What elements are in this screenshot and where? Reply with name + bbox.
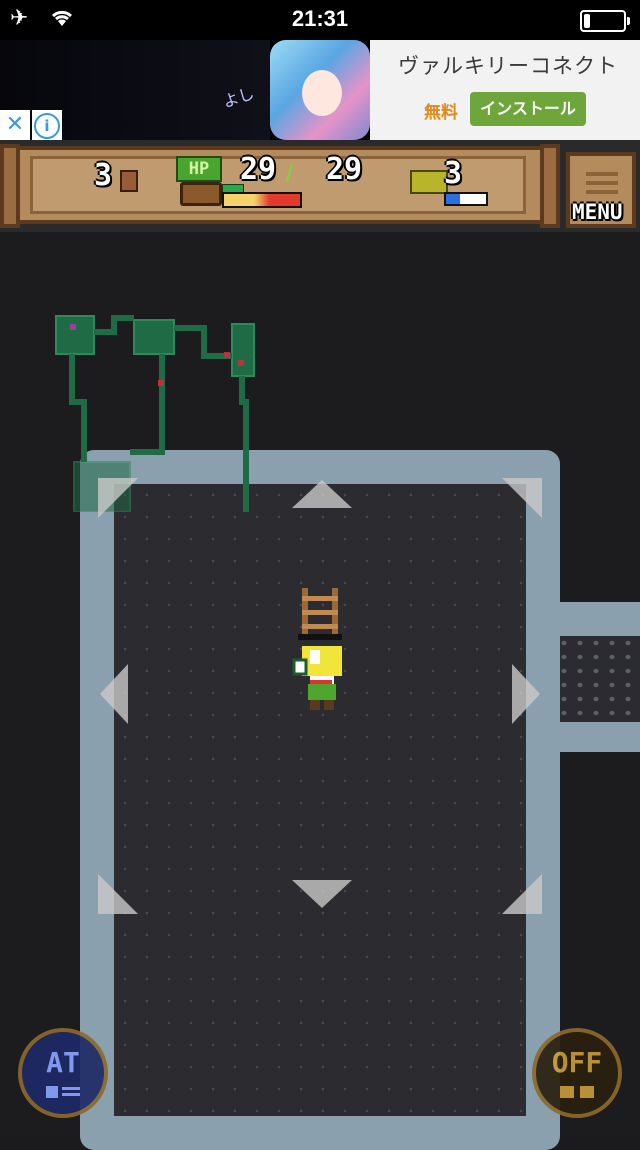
ad-install-button[interactable]: インストール (470, 92, 586, 126)
toggle-off-label: OFF (551, 1046, 603, 1079)
hp-label: HP (176, 156, 222, 182)
game-hud: 3 HP 29 / 29 3 (0, 140, 640, 232)
food-icon (180, 182, 222, 206)
battery-icon (580, 10, 630, 32)
toggle-off-button[interactable]: OFF (532, 1028, 622, 1118)
ad-partial-text: よし (220, 83, 257, 112)
ladder-icon[interactable] (298, 588, 342, 640)
auto-attack-icon (46, 1086, 80, 1098)
clock: 21:31 (291, 6, 349, 31)
ad-app-icon[interactable] (270, 40, 370, 140)
move-down-arrow[interactable] (292, 880, 352, 908)
dungeon-room (80, 450, 560, 1150)
move-left-arrow[interactable] (100, 664, 128, 724)
status-bar: ✈ 21:31 (0, 0, 640, 40)
hp-slash-icon: / (286, 160, 294, 184)
dungeon-view[interactable]: AT OFF (0, 232, 640, 1150)
move-right-arrow[interactable] (512, 664, 540, 724)
hp-current: 29 (240, 152, 277, 187)
minimap (55, 315, 255, 512)
ad-close-icon[interactable]: ✕ (0, 110, 30, 140)
xp-bar (444, 192, 488, 206)
ad-info-icon[interactable]: i (32, 110, 62, 140)
auto-attack-label: AT (46, 1046, 80, 1079)
hp-max: 29 (326, 152, 363, 187)
xp-bar-fill (446, 194, 460, 204)
ad-free-label: 無料 (424, 103, 458, 123)
hud-frame (0, 144, 560, 228)
menu-icon (586, 172, 618, 198)
info-glyph: i (34, 113, 60, 139)
hp-bar-fill (224, 194, 300, 206)
player-level: 3 (444, 156, 463, 191)
move-up-arrow[interactable] (292, 480, 352, 508)
ad-title: ヴァルキリーコネクト (398, 54, 618, 78)
move-down-right-arrow[interactable] (502, 874, 542, 914)
move-down-left-arrow[interactable] (98, 874, 138, 914)
ad-banner[interactable]: よし ヴァルキリーコネクト 無料 インストール ✕ i (0, 40, 640, 140)
menu-label[interactable]: MENU (572, 200, 623, 224)
level-icon (410, 170, 448, 194)
move-up-left-arrow[interactable] (98, 478, 138, 518)
party-icon (560, 1086, 594, 1098)
player-character (292, 646, 342, 710)
ad-panel[interactable]: ヴァルキリーコネクト 無料 インストール (370, 40, 640, 140)
floor-number: 3 (94, 158, 113, 193)
stairs-icon (120, 170, 138, 192)
hp-bar (222, 192, 302, 208)
move-up-right-arrow[interactable] (502, 478, 542, 518)
auto-attack-button[interactable]: AT (18, 1028, 108, 1118)
